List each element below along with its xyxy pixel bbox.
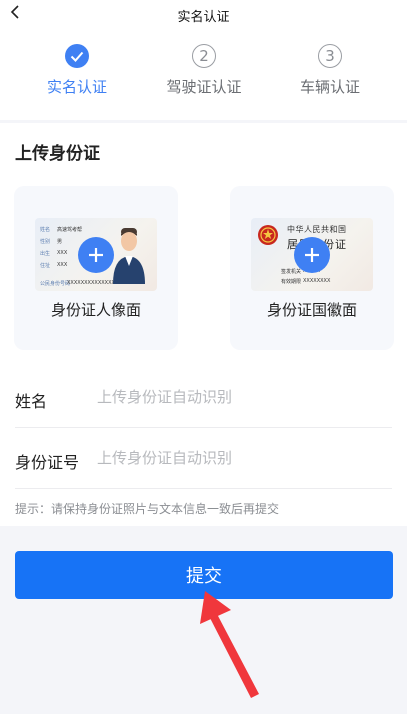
card-label: 姓名	[40, 227, 51, 233]
plus-icon	[89, 248, 103, 262]
portrait-icon	[113, 228, 145, 284]
plus-icon	[305, 248, 319, 262]
annotation-arrow-icon	[200, 591, 259, 698]
card-value: XXX	[57, 250, 68, 256]
name-input[interactable]	[97, 383, 317, 411]
step-driver-license: 2 驾驶证认证	[144, 44, 264, 97]
step-label: 驾驶证认证	[166, 78, 242, 96]
id-upload-section: 上传身份证 姓名 高速驾考帮 性别 男 出生 XXX 住址 XXX 公民身份号码…	[0, 123, 407, 367]
card-value: 高速驾考帮	[57, 227, 83, 233]
page-title: 实名认证	[177, 10, 230, 25]
step-real-name: 实名认证	[17, 44, 137, 97]
step-complete-icon	[65, 44, 89, 68]
card-value: 男	[57, 239, 63, 245]
section-title: 上传身份证	[15, 144, 100, 164]
name-label: 姓名	[15, 392, 48, 411]
card-label: 公民身份号码	[40, 281, 71, 287]
card-label: 性别	[40, 239, 51, 245]
national-emblem-icon	[258, 225, 278, 245]
upload-id-back-tile[interactable]: 中华人民共和国 居民身份证 签发机关 XXXXX 有效期限 XXXXXXXX 身…	[230, 186, 394, 350]
upload-tile-caption: 身份证人像面	[50, 301, 141, 319]
card-title: 中华人民共和国	[287, 225, 347, 234]
step-label: 车辆认证	[299, 78, 360, 96]
card-label: 出生	[40, 251, 51, 257]
card-label: 有效期限	[281, 279, 302, 285]
id-number-row: 身份证号	[15, 428, 392, 489]
identity-form: 姓名 身份证号 提示：请保持身份证照片与文本信息一致后再提交	[0, 367, 407, 526]
progress-stepper: 实名认证 2 驾驶证认证 3 车辆认证	[0, 28, 407, 120]
card-value: XXX	[57, 262, 68, 268]
step-number: 2	[192, 44, 216, 68]
card-label: 住址	[40, 263, 51, 269]
step-vehicle: 3 车辆认证	[270, 44, 390, 97]
add-back-photo-button[interactable]	[294, 237, 330, 273]
step-label: 实名认证	[46, 78, 107, 96]
check-icon	[70, 51, 84, 62]
upload-id-front-tile[interactable]: 姓名 高速驾考帮 性别 男 出生 XXX 住址 XXX 公民身份号码 XXXXX…	[14, 186, 178, 350]
form-hint: 提示：请保持身份证照片与文本信息一致后再提交	[15, 502, 280, 516]
id-number-input[interactable]	[97, 444, 317, 472]
step-number: 3	[318, 44, 342, 68]
upload-tile-caption: 身份证国徽面	[266, 301, 357, 319]
card-value: XXXXXXXX	[303, 278, 331, 284]
id-number-label: 身份证号	[15, 453, 80, 472]
name-row: 姓名	[15, 367, 392, 428]
card-label: 签发机关	[281, 269, 302, 275]
top-bar: 实名认证	[0, 0, 407, 28]
add-front-photo-button[interactable]	[78, 237, 114, 273]
